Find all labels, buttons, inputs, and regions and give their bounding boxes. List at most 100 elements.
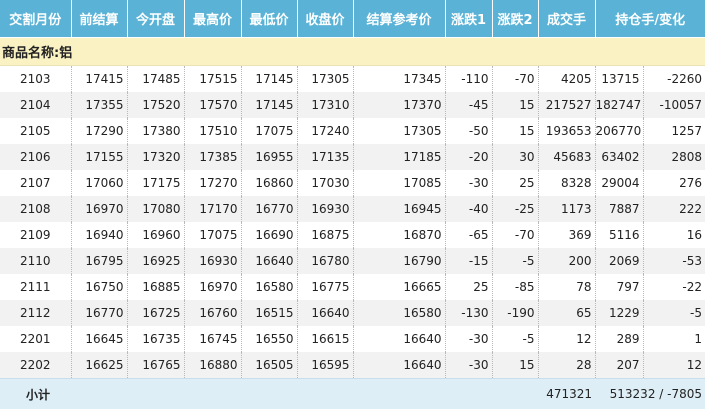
table-row: 2106 17155 17320 17385 16955 17135 17185 -20 30 4… bbox=[0, 144, 705, 170]
delivery-month-cell: 2111 bbox=[0, 274, 72, 300]
volume-cell: 78 bbox=[538, 274, 596, 300]
change-2-cell: -190 bbox=[492, 300, 539, 326]
low-cell: 17145 bbox=[241, 65, 298, 92]
change-1-cell: -45 bbox=[445, 92, 493, 118]
open-cell: 17380 bbox=[127, 118, 185, 144]
open-cell: 17520 bbox=[127, 92, 185, 118]
open-interest-cell: 207 bbox=[595, 352, 644, 379]
high-cell: 16760 bbox=[184, 300, 242, 326]
settle-ref-cell: 16640 bbox=[353, 352, 446, 379]
oi-change-cell: 16 bbox=[643, 222, 705, 248]
close-cell: 16640 bbox=[297, 300, 354, 326]
table-body: 2103 17415 17485 17515 17145 17305 17345 -110 -7… bbox=[0, 65, 705, 379]
column-header[interactable]: 交割月份 bbox=[0, 0, 72, 38]
volume-cell: 369 bbox=[538, 222, 596, 248]
open-interest-cell: 2069 bbox=[595, 248, 644, 274]
table-row: 2112 16770 16725 16760 16515 16640 16580 -130 -1… bbox=[0, 300, 705, 326]
delivery-month-cell: 2106 bbox=[0, 144, 72, 170]
column-header[interactable]: 涨跌1 bbox=[445, 0, 493, 38]
delivery-month-cell: 2104 bbox=[0, 92, 72, 118]
low-cell: 16770 bbox=[241, 196, 298, 222]
table-row: 2201 16645 16735 16745 16550 16615 16640 -30 -5 1… bbox=[0, 326, 705, 352]
column-header[interactable]: 涨跌2 bbox=[492, 0, 539, 38]
low-cell: 16690 bbox=[241, 222, 298, 248]
prev-settle-cell: 16940 bbox=[71, 222, 128, 248]
open-cell: 16765 bbox=[127, 352, 185, 379]
column-header[interactable]: 今开盘 bbox=[127, 0, 185, 38]
oi-change-cell: 1257 bbox=[643, 118, 705, 144]
close-cell: 16775 bbox=[297, 274, 354, 300]
low-cell: 16860 bbox=[241, 170, 298, 196]
open-cell: 16725 bbox=[127, 300, 185, 326]
low-cell: 16580 bbox=[241, 274, 298, 300]
change-1-cell: -65 bbox=[445, 222, 493, 248]
subtotal-volume: 471321 bbox=[538, 378, 595, 409]
oi-change-cell: 222 bbox=[643, 196, 705, 222]
close-cell: 17310 bbox=[297, 92, 354, 118]
high-cell: 16745 bbox=[184, 326, 242, 352]
oi-change-cell: 1 bbox=[643, 326, 705, 352]
volume-cell: 1173 bbox=[538, 196, 596, 222]
open-cell: 16885 bbox=[127, 274, 185, 300]
settle-ref-cell: 16870 bbox=[353, 222, 446, 248]
low-cell: 16955 bbox=[241, 144, 298, 170]
high-cell: 17075 bbox=[184, 222, 242, 248]
table-row: 2110 16795 16925 16930 16640 16780 16790 -15 -5 2… bbox=[0, 248, 705, 274]
prev-settle-cell: 16970 bbox=[71, 196, 128, 222]
open-interest-cell: 206770 bbox=[595, 118, 644, 144]
low-cell: 16505 bbox=[241, 352, 298, 379]
prev-settle-cell: 16625 bbox=[71, 352, 128, 379]
subtotal-empty-cell bbox=[297, 378, 353, 409]
section-row: 商品名称:铝 bbox=[0, 37, 705, 66]
open-interest-cell: 289 bbox=[595, 326, 644, 352]
prev-settle-cell: 17415 bbox=[71, 65, 128, 92]
change-2-cell: 25 bbox=[492, 170, 539, 196]
change-2-cell: 30 bbox=[492, 144, 539, 170]
column-header[interactable]: 结算参考价 bbox=[353, 0, 446, 38]
close-cell: 16875 bbox=[297, 222, 354, 248]
column-header[interactable]: 最高价 bbox=[184, 0, 242, 38]
volume-cell: 4205 bbox=[538, 65, 596, 92]
change-2-cell: -70 bbox=[492, 65, 539, 92]
change-2-cell: 15 bbox=[492, 352, 539, 379]
column-header[interactable]: 持仓手/变化 bbox=[595, 0, 705, 38]
open-interest-cell: 797 bbox=[595, 274, 644, 300]
table-row: 2105 17290 17380 17510 17075 17240 17305 -50 15 1… bbox=[0, 118, 705, 144]
prev-settle-cell: 16795 bbox=[71, 248, 128, 274]
settle-ref-cell: 16640 bbox=[353, 326, 446, 352]
change-2-cell: -70 bbox=[492, 222, 539, 248]
open-cell: 17175 bbox=[127, 170, 185, 196]
column-header[interactable]: 最低价 bbox=[241, 0, 298, 38]
delivery-month-cell: 2109 bbox=[0, 222, 72, 248]
open-interest-cell: 1229 bbox=[595, 300, 644, 326]
oi-change-cell: 276 bbox=[643, 170, 705, 196]
change-1-cell: 25 bbox=[445, 274, 493, 300]
volume-cell: 65 bbox=[538, 300, 596, 326]
column-header[interactable]: 前结算 bbox=[71, 0, 128, 38]
high-cell: 17570 bbox=[184, 92, 242, 118]
subtotal-empty-cell bbox=[241, 378, 297, 409]
table-row: 2103 17415 17485 17515 17145 17305 17345 -110 -7… bbox=[0, 65, 705, 92]
open-interest-cell: 13715 bbox=[595, 65, 644, 92]
change-1-cell: -15 bbox=[445, 248, 493, 274]
high-cell: 17510 bbox=[184, 118, 242, 144]
column-header[interactable]: 收盘价 bbox=[297, 0, 354, 38]
low-cell: 17075 bbox=[241, 118, 298, 144]
open-interest-cell: 29004 bbox=[595, 170, 644, 196]
high-cell: 17385 bbox=[184, 144, 242, 170]
oi-change-cell: 12 bbox=[643, 352, 705, 379]
subtotal-empty-cell bbox=[184, 378, 241, 409]
table-row: 2202 16625 16765 16880 16505 16595 16640 -30 15 2… bbox=[0, 352, 705, 379]
table-row: 2111 16750 16885 16970 16580 16775 16665 25 -85 7… bbox=[0, 274, 705, 300]
prev-settle-cell: 16770 bbox=[71, 300, 128, 326]
column-header[interactable]: 成交手 bbox=[538, 0, 596, 38]
prev-settle-cell: 17155 bbox=[71, 144, 128, 170]
close-cell: 16780 bbox=[297, 248, 354, 274]
close-cell: 17030 bbox=[297, 170, 354, 196]
close-cell: 16930 bbox=[297, 196, 354, 222]
delivery-month-cell: 2108 bbox=[0, 196, 72, 222]
change-2-cell: 15 bbox=[492, 118, 539, 144]
high-cell: 17270 bbox=[184, 170, 242, 196]
settle-ref-cell: 16580 bbox=[353, 300, 446, 326]
open-cell: 17485 bbox=[127, 65, 185, 92]
